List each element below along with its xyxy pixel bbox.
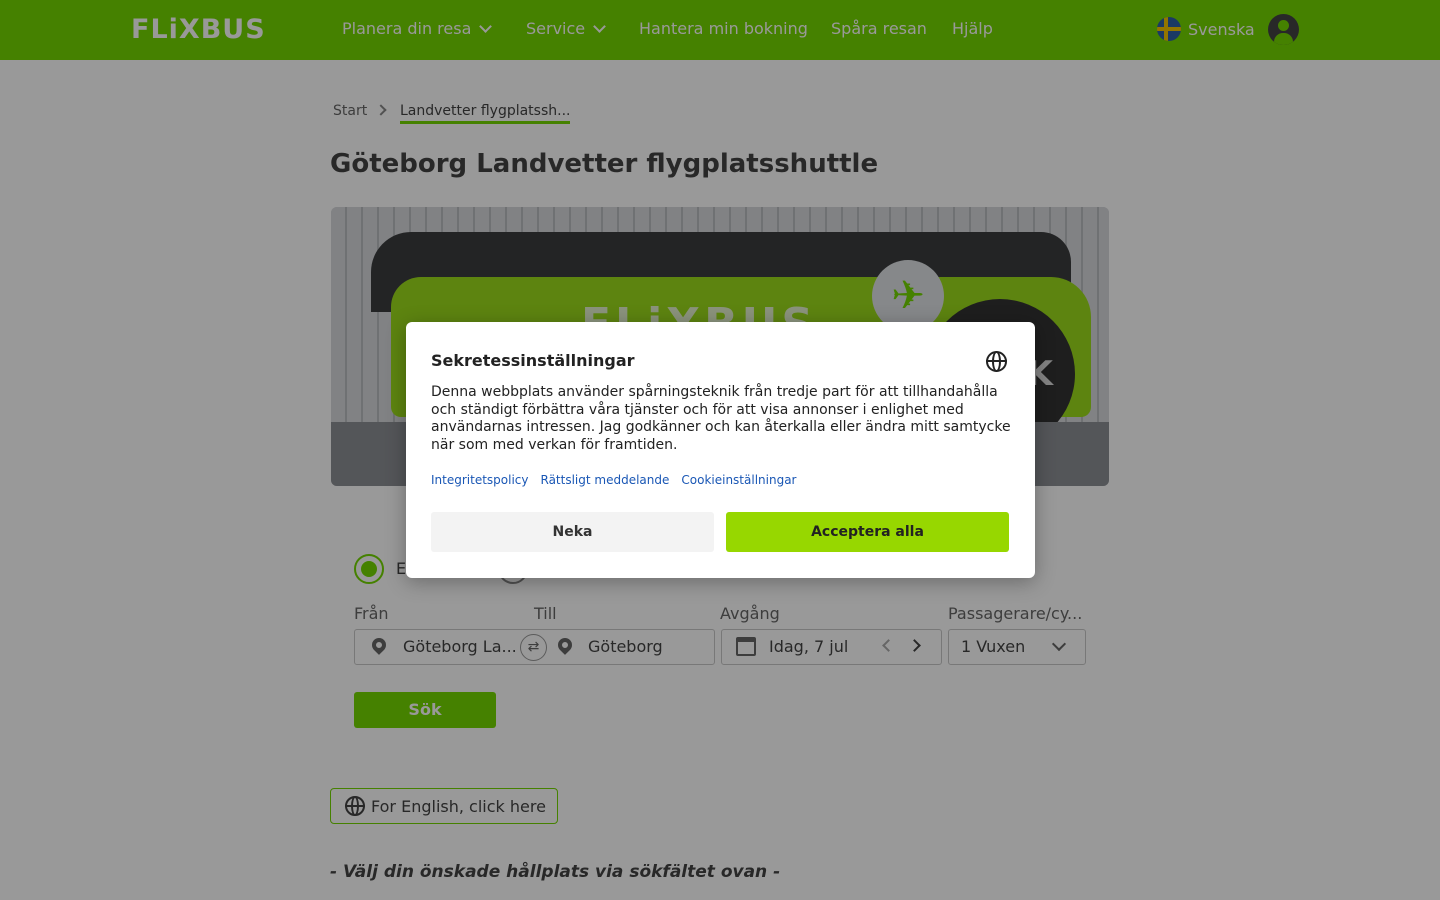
cookie-settings-link[interactable]: Cookieinställningar xyxy=(681,473,796,487)
legal-notice-link[interactable]: Rättsligt meddelande xyxy=(541,473,670,487)
consent-title: Sekretessinställningar xyxy=(431,351,635,370)
consent-text: Denna webbplats använder spårningsteknik… xyxy=(431,384,1011,453)
consent-links: Integritetspolicy Rättsligt meddelande C… xyxy=(431,473,797,487)
language-globe-icon[interactable] xyxy=(986,351,1007,372)
privacy-policy-link[interactable]: Integritetspolicy xyxy=(431,473,529,487)
accept-all-button[interactable]: Acceptera alla xyxy=(726,512,1009,552)
privacy-consent-dialog: Sekretessinställningar Denna webbplats a… xyxy=(406,322,1035,578)
deny-button[interactable]: Neka xyxy=(431,512,714,552)
